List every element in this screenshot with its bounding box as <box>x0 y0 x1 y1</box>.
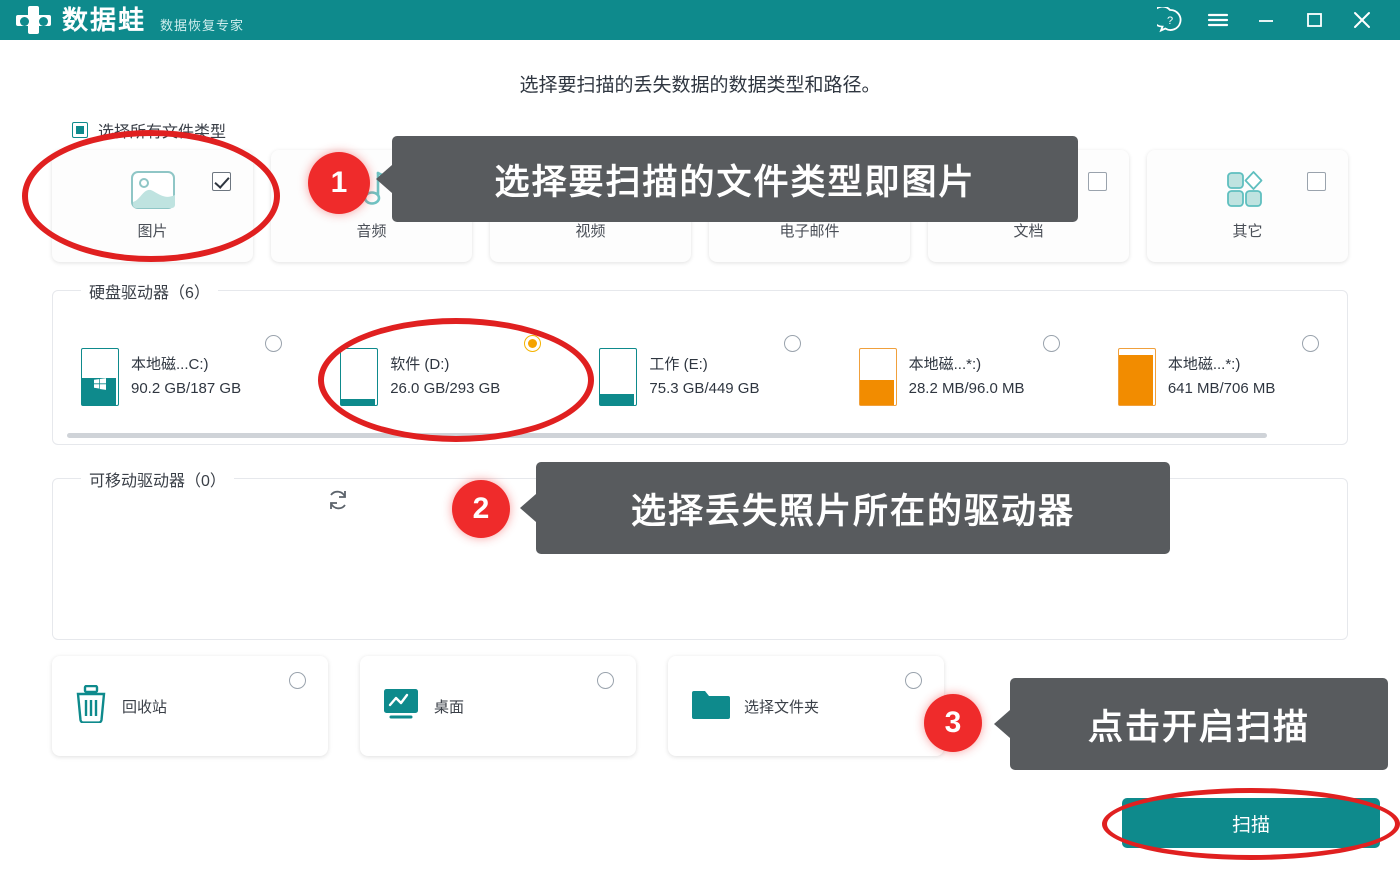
brand-area: 数据蛙 数据恢复专家 <box>0 5 244 35</box>
scan-button[interactable]: 扫描 <box>1122 798 1380 848</box>
file-type-checkbox-other[interactable] <box>1307 172 1326 191</box>
drive-name: 软件 (D:) <box>390 356 450 374</box>
file-type-label: 图片 <box>137 223 168 240</box>
maximize-icon[interactable] <box>1290 0 1338 40</box>
brand-subtitle: 数据恢复专家 <box>160 17 245 33</box>
file-type-label: 电子邮件 <box>779 223 840 240</box>
window-controls: ? <box>1146 0 1400 40</box>
file-type-card-image[interactable]: 图片 <box>52 150 253 262</box>
shortcut-card-select-folder[interactable]: 选择文件夹 <box>668 656 944 756</box>
svg-text:?: ? <box>1167 15 1173 27</box>
drive-info: 本地磁...*:) 641 MB/706 MB <box>1168 353 1276 400</box>
drive-info: 工作 (E:) 75.3 GB/449 GB <box>649 353 759 400</box>
hard-drives-panel: 硬盘驱动器（6） 本地磁...C:) 90.2 GB/187 GB 软件 (D:… <box>52 279 1349 445</box>
shortcut-label: 回收站 <box>122 698 168 716</box>
select-all-checkbox[interactable] <box>72 122 88 138</box>
drive-info: 本地磁...*:) 28.2 MB/96.0 MB <box>909 353 1025 400</box>
minimize-icon[interactable] <box>1242 0 1290 40</box>
shortcut-card-desktop[interactable]: 桌面 <box>360 656 636 756</box>
annotation-badge-3: 3 <box>924 694 982 752</box>
brand-title: 数据蛙 <box>62 5 147 35</box>
drive-capacity: 75.3 GB/449 GB <box>649 379 760 397</box>
hard-drives-title: 硬盘驱动器（6） <box>81 279 218 303</box>
annotation-callout-3: 点击开启扫描 <box>994 678 1388 770</box>
desktop-icon <box>382 687 420 726</box>
drive-item[interactable]: 本地磁...*:) 641 MB/706 MB <box>1090 329 1349 424</box>
file-type-label: 音频 <box>356 223 387 240</box>
drive-name: 本地磁...*:) <box>1167 356 1241 374</box>
drive-name: 本地磁...*:) <box>908 356 982 374</box>
drive-radio[interactable] <box>265 335 283 352</box>
menu-icon[interactable] <box>1194 0 1242 40</box>
help-icon[interactable]: ? <box>1146 0 1194 40</box>
other-icon <box>1225 166 1271 214</box>
shortcut-radio[interactable] <box>289 672 306 689</box>
file-type-checkbox-image[interactable] <box>212 172 231 191</box>
drive-icon <box>81 347 119 406</box>
file-type-label: 其它 <box>1232 223 1263 240</box>
file-type-checkbox-document[interactable] <box>1088 172 1107 191</box>
horizontal-scrollbar[interactable] <box>67 433 1267 438</box>
drive-item[interactable]: 软件 (D:) 26.0 GB/293 GB <box>312 329 571 424</box>
drive-item[interactable]: 工作 (E:) 75.3 GB/449 GB <box>571 329 830 424</box>
shortcut-label: 选择文件夹 <box>744 698 820 716</box>
drive-capacity: 26.0 GB/293 GB <box>390 379 501 397</box>
shortcut-card-recycle-bin[interactable]: 回收站 <box>52 656 328 756</box>
annotation-callout-1: 选择要扫描的文件类型即图片 <box>376 136 1078 222</box>
folder-icon <box>690 688 730 725</box>
drive-info: 本地磁...C:) 90.2 GB/187 GB <box>131 353 241 400</box>
drive-info: 软件 (D:) 26.0 GB/293 GB <box>390 353 500 400</box>
drive-name: 工作 (E:) <box>649 356 708 374</box>
drive-item[interactable]: 本地磁...C:) 90.2 GB/187 GB <box>53 329 312 424</box>
page-title: 选择要扫描的丢失数据的数据类型和路径。 <box>519 75 881 96</box>
app-window: 数据蛙 数据恢复专家 ? 选择要扫描的丢失数据的数据类型和路径。 选择所有文件类 <box>0 0 1400 872</box>
drive-capacity: 641 MB/706 MB <box>1167 379 1276 397</box>
drive-item[interactable]: 本地磁...*:) 28.2 MB/96.0 MB <box>831 329 1090 424</box>
removable-drives-title: 可移动驱动器（0） <box>81 467 234 491</box>
file-type-label: 视频 <box>575 223 606 240</box>
drive-icon <box>599 347 638 406</box>
select-all-filetypes[interactable]: 选择所有文件类型 <box>72 118 226 142</box>
shortcut-label: 桌面 <box>434 698 465 716</box>
file-type-label: 文档 <box>1013 223 1044 240</box>
shortcut-radio[interactable] <box>597 672 614 689</box>
drive-name: 本地磁...C:) <box>131 356 209 374</box>
drive-icon <box>340 347 379 406</box>
drive-capacity: 28.2 MB/96.0 MB <box>908 379 1025 397</box>
close-icon[interactable] <box>1338 0 1386 40</box>
trash-icon <box>74 684 108 728</box>
drive-radio[interactable] <box>1302 335 1320 352</box>
frog-logo-icon <box>12 5 54 35</box>
drive-radio-selected[interactable] <box>524 335 542 352</box>
drive-radio[interactable] <box>783 335 801 352</box>
shortcut-radio[interactable] <box>905 672 922 689</box>
title-bar: 数据蛙 数据恢复专家 ? <box>0 0 1400 40</box>
drive-capacity: 90.2 GB/187 GB <box>131 379 242 397</box>
windows-logo-icon <box>94 377 106 390</box>
drive-radio[interactable] <box>1042 335 1060 352</box>
file-type-card-other[interactable]: 其它 <box>1147 150 1348 262</box>
annotation-badge-1: 1 <box>308 152 370 214</box>
refresh-icon[interactable] <box>325 487 351 513</box>
annotation-badge-2: 2 <box>452 480 510 538</box>
image-icon <box>130 166 176 214</box>
drive-icon <box>858 347 897 406</box>
select-all-label: 选择所有文件类型 <box>98 124 227 141</box>
annotation-callout-2: 选择丢失照片所在的驱动器 <box>520 462 1170 554</box>
drive-icon <box>1117 347 1156 406</box>
hard-drive-list: 本地磁...C:) 90.2 GB/187 GB 软件 (D:) 26.0 GB… <box>53 329 1349 424</box>
